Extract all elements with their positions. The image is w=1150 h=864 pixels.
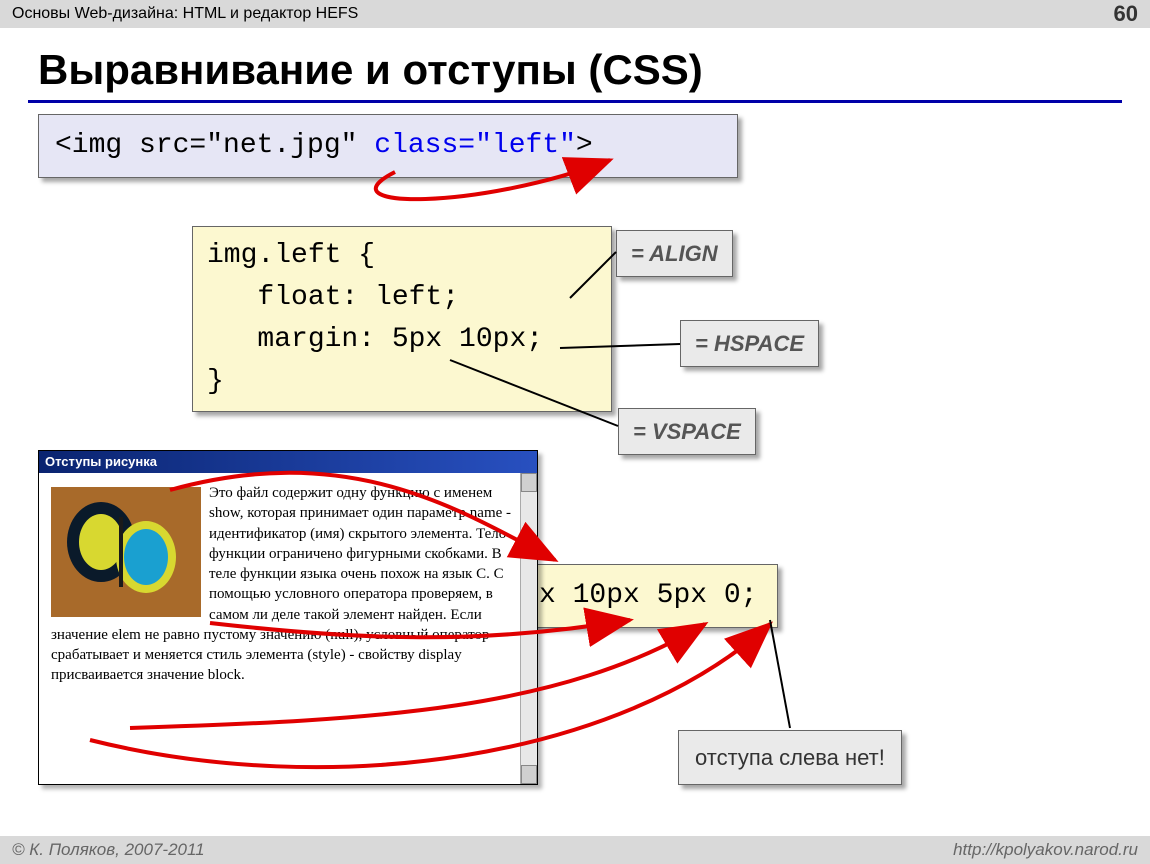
- preview-titlebar: Отступы рисунка: [39, 451, 537, 473]
- note-box: отступа слева нет!: [678, 730, 902, 785]
- preview-content: Это файл содержит одну функцию с именем …: [39, 473, 537, 784]
- css-l3: margin: 5px 10px;: [207, 319, 597, 361]
- html-code-box: <img src="net.jpg" class="left">: [38, 114, 738, 178]
- label-hspace: = HSPACE: [680, 320, 819, 367]
- footer-bar: © К. Поляков, 2007-2011 http://kpolyakov…: [0, 836, 1150, 864]
- css-l1: img.left {: [207, 235, 597, 277]
- css-l4: }: [207, 361, 597, 403]
- browser-preview: Отступы рисунка Это файл содержит одну ф…: [38, 450, 538, 785]
- header-bar: Основы Web-дизайна: HTML и редактор HEFS…: [0, 0, 1150, 28]
- slide-title: Выравнивание и отступы (CSS): [38, 46, 1150, 94]
- title-rule: [28, 100, 1122, 103]
- page-number: 60: [1114, 1, 1138, 27]
- course-name: Основы Web-дизайна: HTML и редактор HEFS: [12, 5, 358, 23]
- footer-copyright: © К. Поляков, 2007-2011: [12, 840, 205, 860]
- label-align: = ALIGN: [616, 230, 733, 277]
- footer-url: http://kpolyakov.narod.ru: [953, 840, 1138, 860]
- preview-image: [51, 487, 201, 617]
- label-vspace: = VSPACE: [618, 408, 756, 455]
- preview-scrollbar[interactable]: [520, 473, 537, 784]
- css-code-box: img.left { float: left; margin: 5px 10px…: [192, 226, 612, 412]
- code-html-p3: >: [576, 130, 593, 161]
- css-l2: float: left;: [207, 277, 597, 319]
- code-html-p1: <img src="net.jpg": [55, 130, 374, 161]
- code-html-class: class="left": [374, 130, 576, 161]
